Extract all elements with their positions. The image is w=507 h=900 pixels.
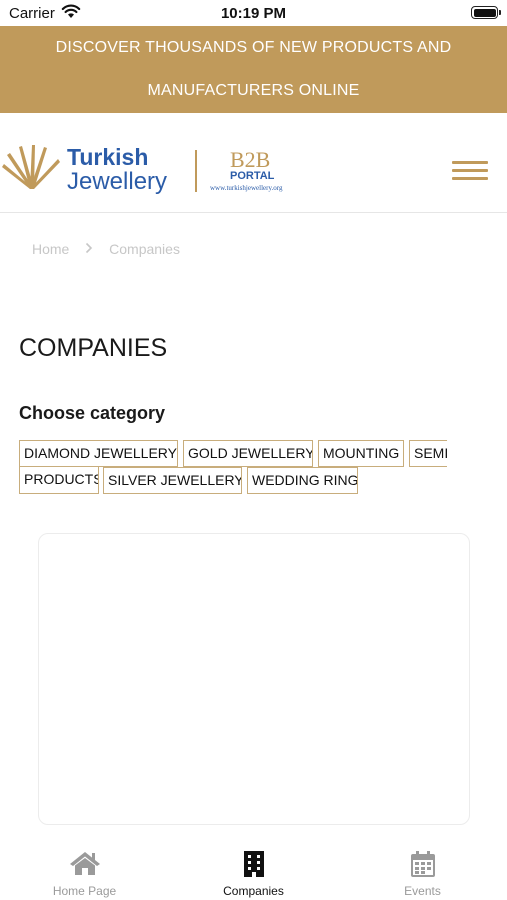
promo-line-1: DISCOVER THOUSANDS OF NEW PRODUCTS AND: [55, 39, 452, 56]
status-bar: Carrier 10:19 PM: [0, 0, 507, 26]
brand-name-line-1: Turkish: [67, 144, 149, 170]
logo-fan-icon[interactable]: [2, 144, 64, 192]
promo-banner: DISCOVER THOUSANDS OF NEW PRODUCTS AND M…: [0, 26, 507, 113]
page-title: COMPANIES: [19, 334, 168, 362]
tab-companies-label: Companies: [223, 884, 284, 898]
category-chip[interactable]: SILVER JEWELLERY: [103, 467, 242, 494]
tab-home-page[interactable]: Home Page: [0, 840, 169, 900]
hamburger-bar: [452, 177, 488, 180]
portal-label: PORTAL: [230, 170, 275, 182]
breadcrumb-home-link[interactable]: Home: [32, 241, 69, 257]
promo-line-2: MANUFACTURERS ONLINE: [147, 82, 360, 99]
category-chip[interactable]: DIAMOND JEWELLERY: [19, 440, 178, 467]
chevron-right-icon: [85, 241, 93, 257]
brand-name-line-2: Jewellery: [67, 168, 168, 195]
companies-list-card: [38, 533, 470, 825]
clock-time: 10:19 PM: [220, 5, 287, 22]
building-icon: [243, 851, 264, 877]
category-chip[interactable]: MOUNTING: [318, 440, 404, 467]
battery-icon: [471, 6, 501, 19]
category-section-title: Choose category: [19, 403, 166, 423]
category-chip[interactable]: SEMI: [409, 440, 447, 467]
logo-divider: [195, 150, 197, 192]
calendar-icon: [410, 851, 435, 877]
site-header: Turkish Jewellery B2B PORTAL www.turkish…: [0, 113, 507, 213]
category-chip[interactable]: GOLD JEWELLERY: [183, 440, 313, 467]
hamburger-bar: [452, 169, 488, 172]
category-chips: DIAMOND JEWELLERY GOLD JEWELLERY MOUNTIN…: [19, 440, 447, 500]
bottom-tab-bar: Home Page Companies Events: [0, 840, 507, 900]
breadcrumb-current: Companies: [109, 241, 180, 258]
breadcrumb: Home Companies: [32, 240, 180, 257]
tab-companies[interactable]: Companies: [169, 840, 338, 900]
tab-events-label: Events: [404, 884, 441, 898]
category-chip[interactable]: WEDDING RING: [247, 467, 358, 494]
hamburger-menu-button[interactable]: [450, 158, 490, 182]
hamburger-menu-icon: [452, 161, 488, 164]
home-icon: [69, 852, 100, 875]
tab-events[interactable]: Events: [338, 840, 507, 900]
portal-url: www.turkishjewellery.org: [210, 184, 283, 192]
tab-home-page-label: Home Page: [52, 884, 117, 898]
category-chip[interactable]: PRODUCTS: [19, 467, 99, 494]
